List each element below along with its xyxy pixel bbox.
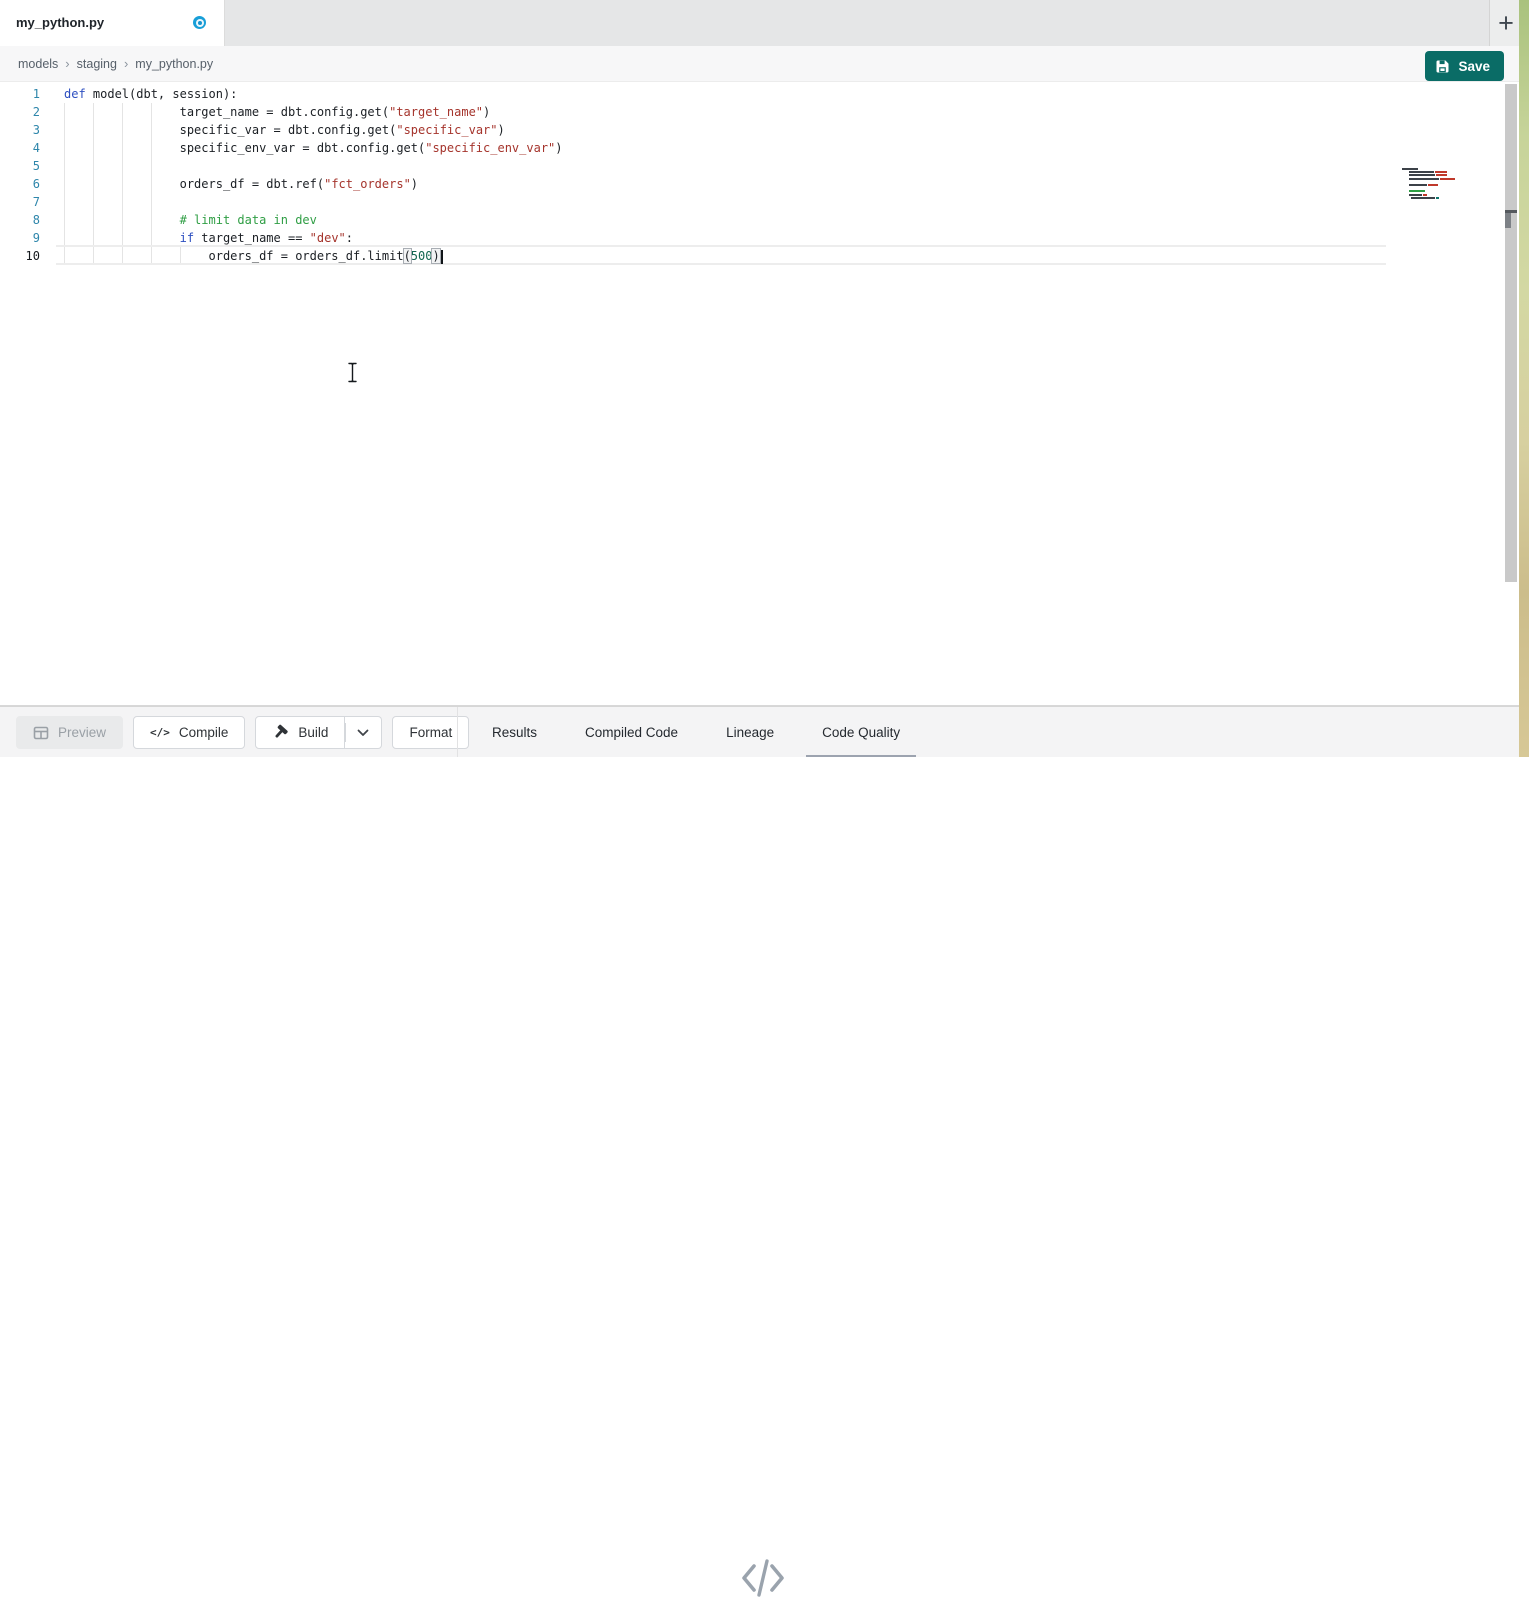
save-button-label: Save [1458, 59, 1490, 74]
results-panel [0, 757, 1529, 855]
line-number: 9 [0, 229, 40, 247]
line-number: 4 [0, 139, 40, 157]
bottom-toolbar: Preview </> Compile Build [0, 706, 1519, 757]
code-line[interactable]: 8 # limit data in dev [0, 211, 1519, 229]
breadcrumb-separator-icon: › [124, 56, 128, 71]
toolbar-buttons: Preview </> Compile Build [16, 716, 469, 749]
code-line[interactable]: 2 target_name = dbt.config.get("target_n… [0, 103, 1519, 121]
editor-tab-bar: my_python.py + [0, 0, 1519, 46]
code-line[interactable]: 9 if target_name == "dev": [0, 229, 1519, 247]
tab-compiled-code[interactable]: Compiled Code [569, 707, 694, 758]
code-line[interactable]: 7 [0, 193, 1519, 211]
code-lines: 1def model(dbt, session):2 target_name =… [0, 85, 1519, 265]
text-caret [441, 250, 443, 264]
code-line[interactable]: 10 orders_df = orders_df.limit(500) [0, 247, 1519, 265]
code-line[interactable]: 6 orders_df = dbt.ref("fct_orders") [0, 175, 1519, 193]
line-number: 8 [0, 211, 40, 229]
line-number: 7 [0, 193, 40, 211]
file-tab-label: my_python.py [16, 0, 104, 46]
compile-button[interactable]: </> Compile [133, 716, 245, 749]
breadcrumb-bar: models › staging › my_python.py [0, 46, 1519, 82]
code-line[interactable]: 4 specific_env_var = dbt.config.get("spe… [0, 139, 1519, 157]
code-brackets-icon: </> [150, 726, 170, 739]
preview-button[interactable]: Preview [16, 716, 123, 749]
build-button-label: Build [298, 725, 328, 740]
tab-results[interactable]: Results [476, 707, 553, 758]
build-dropdown-button[interactable] [345, 716, 382, 749]
file-tab-my-python[interactable]: my_python.py [0, 0, 225, 46]
chevron-down-icon [357, 729, 369, 737]
text-cursor-pointer-icon [346, 362, 359, 388]
line-number: 6 [0, 175, 40, 193]
code-line[interactable]: 1def model(dbt, session): [0, 85, 1519, 103]
screen-edge-artifact [1519, 0, 1529, 760]
line-number: 2 [0, 103, 40, 121]
preview-button-label: Preview [58, 725, 106, 740]
breadcrumb-item-staging[interactable]: staging [77, 57, 117, 71]
save-button[interactable]: Save [1425, 51, 1504, 81]
hammer-icon [272, 724, 289, 741]
floppy-disk-icon [1435, 59, 1450, 74]
breadcrumb-item-file[interactable]: my_python.py [135, 57, 213, 71]
breadcrumb-item-models[interactable]: models [18, 57, 58, 71]
code-editor[interactable]: 1def model(dbt, session):2 target_name =… [0, 82, 1519, 706]
build-split-button: Build [255, 716, 382, 749]
table-grid-icon [33, 725, 49, 741]
code-line[interactable]: 5 [0, 157, 1519, 175]
new-tab-button[interactable]: + [1492, 4, 1520, 42]
tab-code-quality[interactable]: Code Quality [806, 707, 916, 758]
bottom-tabs: Results Compiled Code Lineage Code Quali… [476, 707, 916, 758]
toolbar-divider [457, 707, 458, 757]
unsaved-changes-dot-icon [193, 16, 206, 29]
code-line[interactable]: 3 specific_var = dbt.config.get("specifi… [0, 121, 1519, 139]
line-number: 10 [0, 247, 40, 265]
breadcrumb-separator-icon: › [65, 56, 69, 71]
vertical-scrollbar[interactable] [1505, 84, 1517, 582]
compile-button-label: Compile [179, 725, 229, 740]
line-number: 1 [0, 85, 40, 103]
scrollbar-thumb[interactable] [1505, 210, 1517, 228]
line-number: 3 [0, 121, 40, 139]
minimap[interactable] [1400, 168, 1462, 200]
format-button-label: Format [409, 725, 452, 740]
code-slash-empty-state-icon [739, 1556, 787, 1605]
line-number: 5 [0, 157, 40, 175]
tab-lineage[interactable]: Lineage [710, 707, 790, 758]
build-button[interactable]: Build [255, 716, 345, 749]
breadcrumb: models › staging › my_python.py [18, 46, 213, 82]
